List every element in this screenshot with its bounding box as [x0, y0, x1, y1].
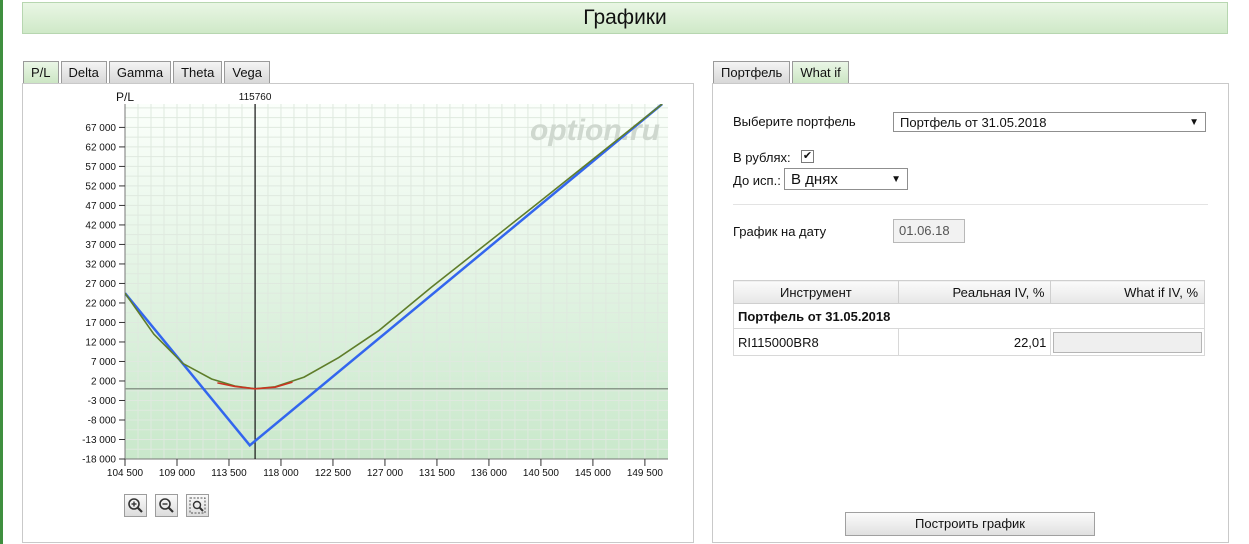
x-tick-label: 127 000	[367, 468, 404, 479]
x-tick-label: 145 000	[575, 468, 612, 479]
table-group-row: Портфель от 31.05.2018	[733, 303, 1205, 329]
y-tick-label: -8 000	[88, 415, 117, 426]
y-axis-title: P/L	[116, 90, 134, 104]
zoom-in-icon	[128, 498, 143, 513]
zoom-toolbar	[124, 494, 209, 517]
y-tick-label: 2 000	[91, 376, 116, 387]
plot-area	[125, 104, 668, 459]
tab-what-if[interactable]: What if	[792, 61, 849, 83]
zoom-fit-button[interactable]	[186, 494, 209, 517]
cell-real-iv: 22,01	[897, 328, 1052, 356]
y-tick-label: 37 000	[85, 240, 116, 251]
y-tick-label: 7 000	[91, 357, 116, 368]
x-tick-label: 131 500	[419, 468, 456, 479]
column-header-real-iv[interactable]: Реальная IV, %	[897, 280, 1052, 304]
portfolio-label: Выберите портфель	[733, 114, 856, 129]
form-divider	[733, 204, 1208, 205]
build-chart-button[interactable]: Построить график	[845, 512, 1095, 536]
x-tick-label: 122 500	[315, 468, 352, 479]
y-tick-label: 42 000	[85, 220, 116, 231]
column-header-instrument[interactable]: Инструмент	[733, 280, 899, 304]
whatif-iv-input[interactable]	[1053, 331, 1202, 353]
y-tick-label: 27 000	[85, 279, 116, 290]
column-header-whatif-iv[interactable]: What if IV, %	[1050, 280, 1205, 304]
x-tick-label: 140 500	[523, 468, 560, 479]
chart-date-label: График на дату	[733, 224, 827, 239]
dropdown-arrow-icon: ▼	[891, 173, 901, 185]
zoom-out-icon	[159, 498, 174, 513]
x-tick-label: 113 500	[211, 468, 247, 479]
cell-instrument: RI115000BR8	[733, 328, 899, 356]
y-tick-label: -13 000	[82, 435, 116, 446]
expiry-select-value: В днях	[791, 170, 838, 188]
y-tick-label: 57 000	[85, 162, 116, 173]
dropdown-arrow-icon: ▼	[1189, 116, 1199, 128]
marker-label: 115760	[239, 92, 272, 103]
x-tick-label: 109 000	[159, 468, 196, 479]
tab-portfolio[interactable]: Портфель	[713, 61, 791, 83]
table-row[interactable]: RI115000BR8 22,01	[733, 328, 1205, 356]
side-tabs: Портфель What if	[713, 61, 851, 83]
rubles-checkbox[interactable]: ✔	[801, 150, 814, 163]
y-tick-label: 32 000	[85, 259, 116, 270]
x-tick-label: 136 000	[471, 468, 508, 479]
x-tick-label: 104 500	[107, 468, 144, 479]
table-header-row: Инструмент Реальная IV, % What if IV, %	[733, 280, 1205, 304]
y-tick-label: 17 000	[85, 318, 116, 329]
watermark: option.ru	[530, 114, 660, 147]
x-tick-label: 149 500	[627, 468, 664, 479]
y-tick-label: 47 000	[85, 201, 116, 212]
chart-date-input[interactable]: 01.06.18	[893, 219, 965, 243]
portfolio-select[interactable]: Портфель от 31.05.2018 ▼	[893, 112, 1206, 132]
rubles-label: В рублях:	[733, 150, 791, 165]
x-tick-label: 118 000	[263, 468, 299, 479]
zoom-fit-icon	[189, 497, 206, 514]
y-tick-label: -3 000	[88, 396, 117, 407]
y-tick-label: 67 000	[85, 123, 116, 134]
y-tick-label: 22 000	[85, 298, 116, 309]
zoom-out-button[interactable]	[155, 494, 178, 517]
zoom-in-button[interactable]	[124, 494, 147, 517]
iv-table: Инструмент Реальная IV, % What if IV, % …	[733, 280, 1205, 356]
y-tick-label: 12 000	[85, 337, 116, 348]
group-label: Портфель от 31.05.2018	[733, 303, 1205, 329]
cell-whatif-iv	[1050, 328, 1205, 356]
y-tick-label: 52 000	[85, 181, 116, 192]
y-tick-label: -18 000	[82, 455, 116, 466]
portfolio-select-value: Портфель от 31.05.2018	[900, 114, 1047, 130]
y-tick-label: 62 000	[85, 142, 116, 153]
expiry-label: До исп.:	[733, 173, 781, 188]
expiry-select[interactable]: В днях ▼	[784, 168, 908, 190]
